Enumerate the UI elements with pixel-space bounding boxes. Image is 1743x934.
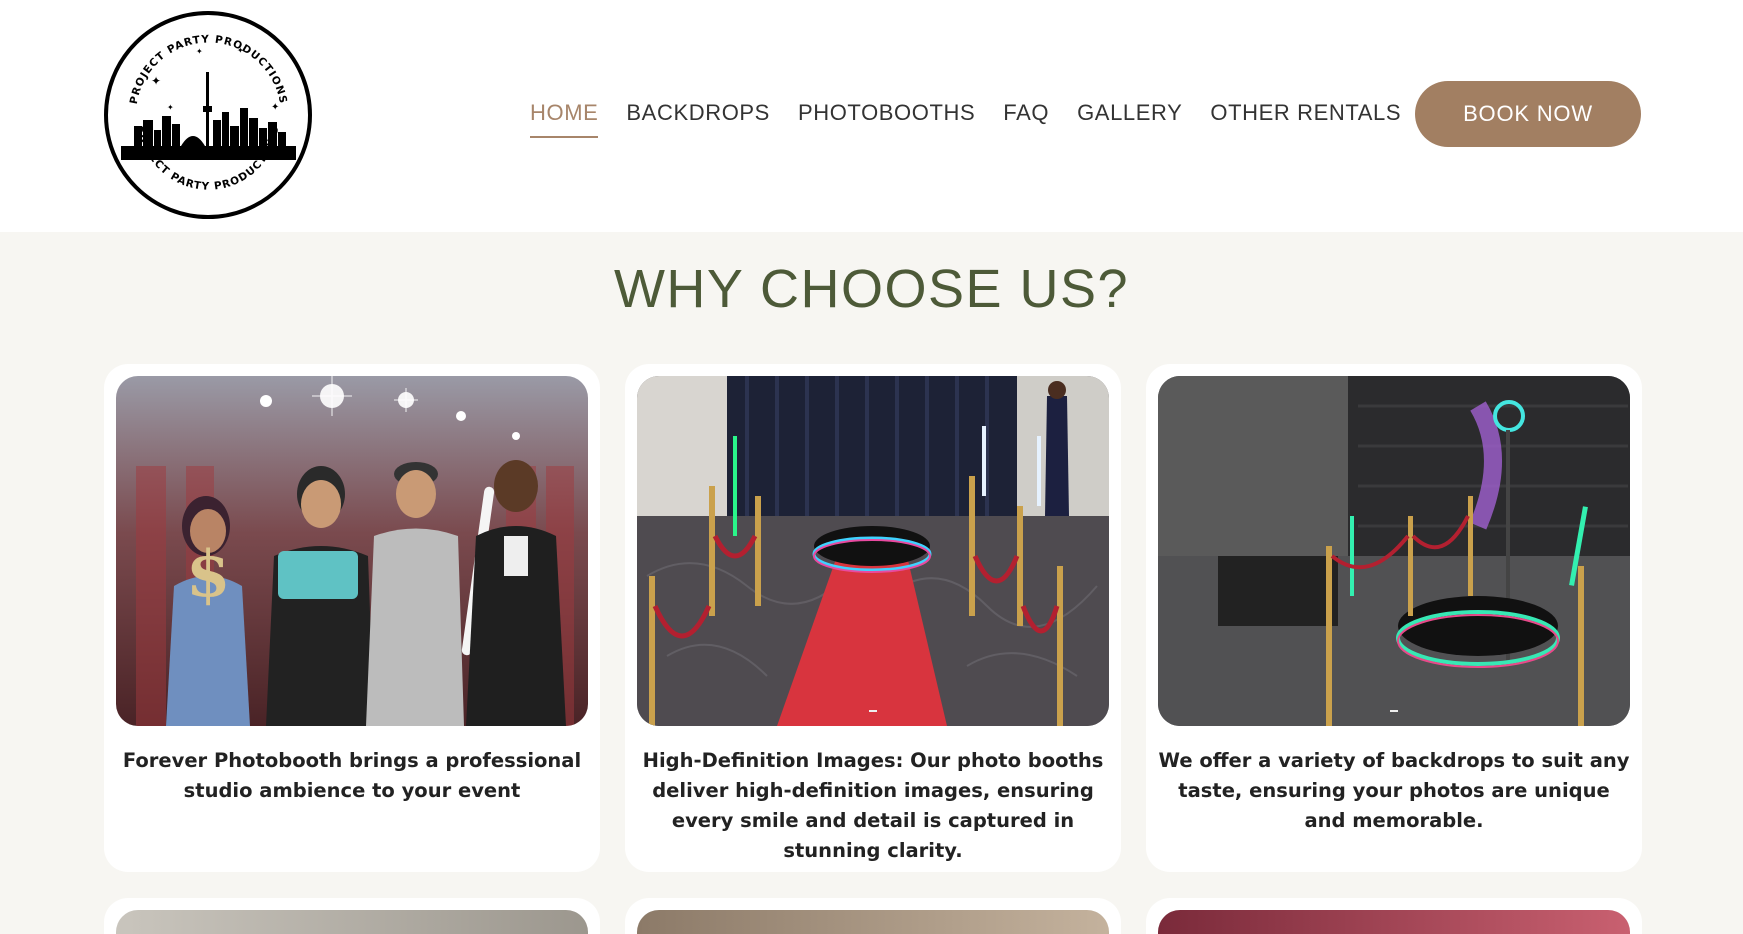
card-image [1158, 910, 1630, 934]
feature-card [104, 898, 600, 934]
nav-gallery[interactable]: GALLERY [1077, 80, 1182, 138]
nav-backdrops[interactable]: BACKDROPS [626, 80, 770, 138]
feature-card: High-Definition Images: Our photo booths… [625, 364, 1121, 872]
card-description: We offer a variety of backdrops to suit … [1158, 749, 1630, 832]
site-header: PROJECT PARTY PRODUCTIONS PROJECT PARTY … [0, 0, 1743, 232]
card-description: Forever Photobooth brings a professional… [122, 749, 582, 802]
feature-card: $ Forever Photobooth brings a profession… [104, 364, 600, 872]
nav-home[interactable]: HOME [530, 80, 599, 138]
svg-text:✦: ✦ [151, 74, 161, 88]
card-image [116, 910, 588, 934]
card-image-group-photo: $ [116, 376, 588, 726]
feature-card: We offer a variety of backdrops to suit … [1146, 364, 1642, 872]
card-image-360-booth-red-carpet [637, 376, 1109, 726]
nav-photobooths[interactable]: PHOTOBOOTHS [798, 80, 975, 138]
card-image [637, 910, 1109, 934]
project-party-productions-logo[interactable]: PROJECT PARTY PRODUCTIONS PROJECT PARTY … [101, 8, 316, 223]
svg-text:$: $ [186, 537, 231, 612]
svg-text:✦: ✦ [271, 102, 279, 113]
feature-card [625, 898, 1121, 934]
svg-text:✦: ✦ [196, 47, 203, 56]
card-description: High-Definition Images: Our photo booths… [642, 749, 1104, 862]
book-now-button[interactable]: BOOK NOW [1415, 81, 1641, 147]
nav-faq[interactable]: FAQ [1003, 80, 1049, 138]
slider-indicator[interactable] [869, 710, 877, 712]
nav-other-rentals[interactable]: OTHER RENTALS [1210, 80, 1401, 138]
svg-text:✦: ✦ [237, 46, 244, 55]
card-image-360-booth-dark-venue [1158, 376, 1630, 726]
svg-text:✦: ✦ [167, 103, 174, 112]
section-title: WHY CHOOSE US? [613, 259, 1130, 319]
main-nav: HOME BACKDROPS PHOTOBOOTHS FAQ GALLERY O… [530, 80, 1429, 138]
feature-card [1146, 898, 1642, 934]
slider-indicator[interactable] [1390, 710, 1398, 712]
